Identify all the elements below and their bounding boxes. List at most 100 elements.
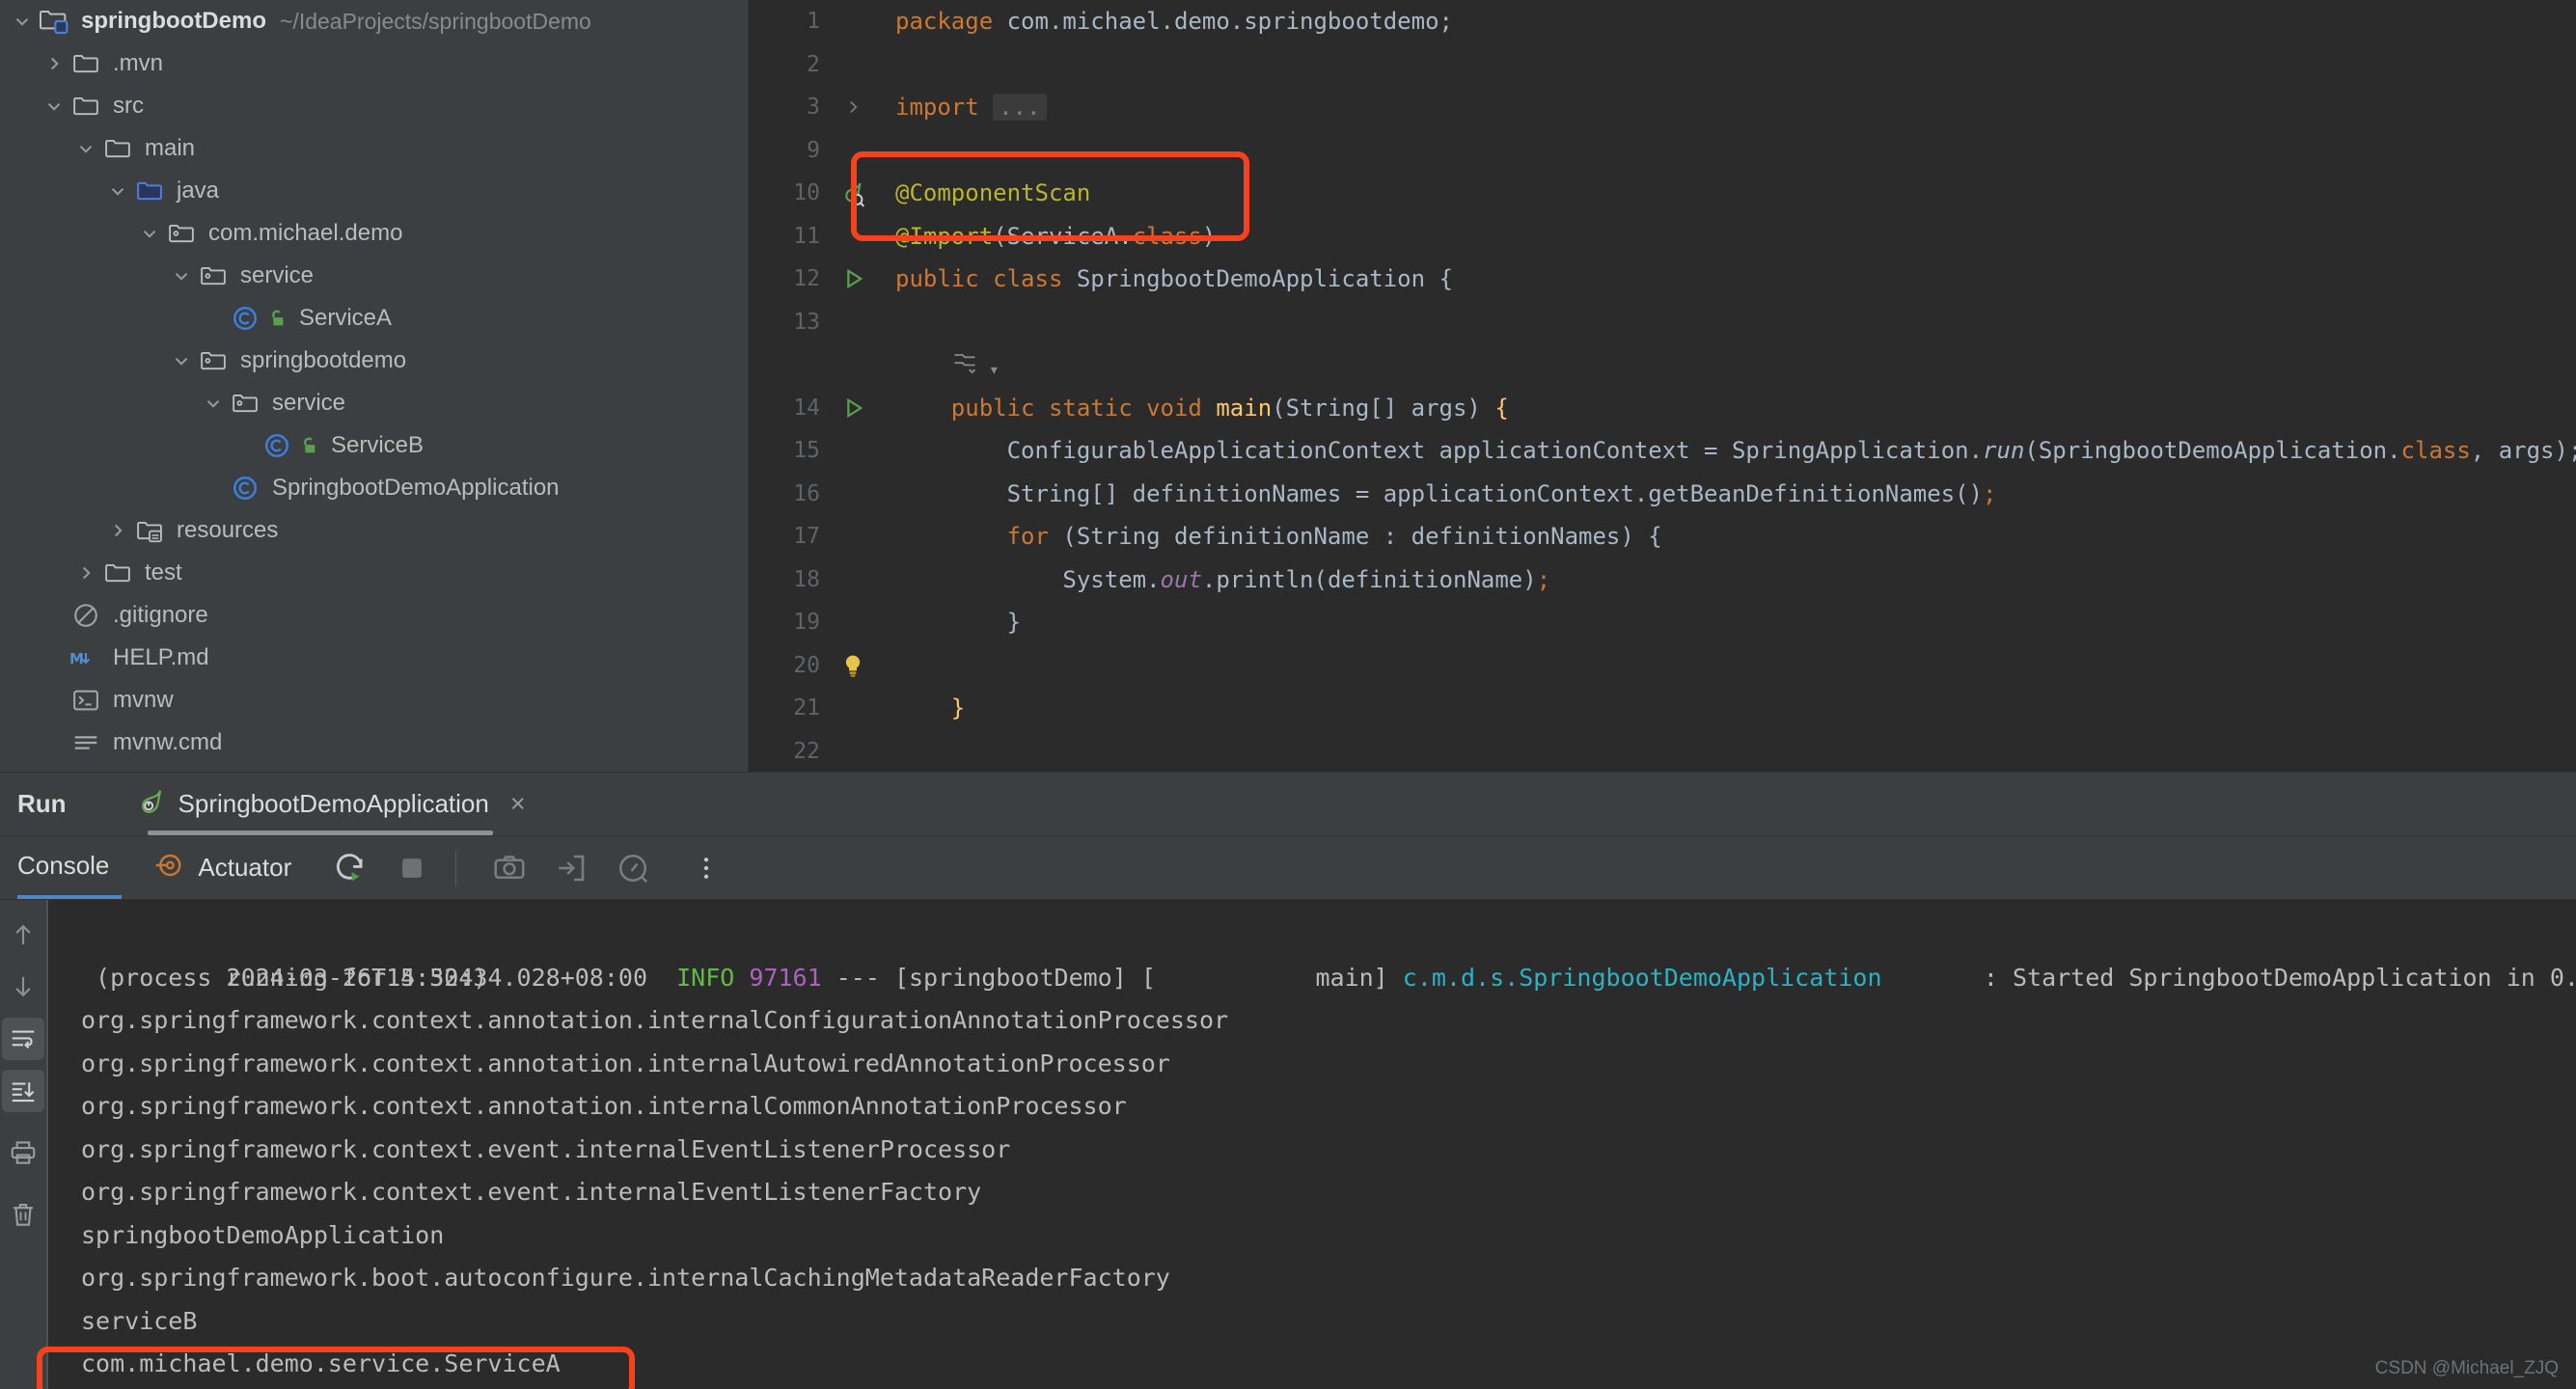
tree-item-springbootdemo[interactable]: springbootdemo (0, 340, 748, 382)
scroll-down-icon[interactable] (2, 966, 44, 1008)
gauge-icon[interactable] (607, 842, 659, 894)
run-arrow[interactable] (826, 265, 880, 292)
tab-actuator[interactable]: Actuator (153, 850, 291, 885)
line-number: 9 (807, 137, 820, 163)
code-line-17[interactable]: 17 for (String definitionName : definiti… (749, 515, 2576, 558)
code-line-1[interactable]: 1 package com.michael.demo.springbootdemo… (749, 0, 2576, 43)
bulb-icon[interactable] (826, 652, 880, 679)
run-title: Run (17, 789, 67, 818)
log-message: : Started SpringbootDemoApplication in 0… (1983, 963, 2576, 992)
log-dashes: --- (836, 963, 880, 992)
code-line-18[interactable]: 18 System.out.println(definitionName); (749, 558, 2576, 602)
tree-item-label: springbootdemo (240, 347, 407, 373)
code-line-19[interactable]: 19 } (749, 601, 2576, 644)
code-line-10[interactable]: 10 @ComponentScan (749, 172, 2576, 215)
bean-icon[interactable] (826, 178, 880, 207)
chevron-down-icon[interactable] (71, 138, 100, 159)
tree-item-src[interactable]: src (0, 85, 748, 127)
code-line-22[interactable]: 22 (749, 730, 2576, 773)
package-icon (196, 346, 231, 375)
tree-item-serviceb[interactable]: ServiceB (0, 424, 748, 467)
code-editor[interactable]: 1 package com.michael.demo.springbootdemo… (748, 0, 2576, 772)
project-folder-icon (37, 6, 71, 37)
code-text: System.out.println(definitionName); (1062, 565, 1551, 593)
chevron-right-icon[interactable] (40, 53, 69, 74)
chevron-down-icon[interactable] (8, 11, 37, 32)
close-icon[interactable]: × (510, 789, 526, 819)
fold-right[interactable] (826, 96, 880, 118)
tree-item-springbootdemo[interactable]: springbootDemo ~/IdeaProjects/springbootD… (0, 0, 748, 42)
code-line-21[interactable]: 21 } (749, 687, 2576, 730)
scroll-up-icon[interactable] (2, 913, 44, 956)
chevron-down-icon[interactable] (40, 95, 69, 117)
rerun-icon[interactable] (324, 842, 376, 894)
chevron-down-icon[interactable] (167, 350, 196, 371)
tree-item-mvnw-cmd[interactable]: mvnw.cmd (0, 722, 748, 764)
svg-text:M: M (69, 650, 84, 667)
chevron-down-icon[interactable] (167, 265, 196, 286)
code-line-9[interactable]: 9 (749, 129, 2576, 173)
print-icon[interactable] (2, 1131, 44, 1174)
package-icon (196, 261, 231, 290)
run-arrow[interactable] (826, 395, 880, 422)
tree-item-test[interactable]: test (0, 552, 748, 594)
tree-item-servicea[interactable]: ServiceA (0, 297, 748, 340)
resource-folder-icon (132, 516, 167, 545)
chevron-right-icon[interactable] (103, 520, 132, 541)
console-line: org.springframework.boot.autoconfigure.i… (81, 1264, 1170, 1292)
folder-icon (69, 92, 103, 121)
run-configuration-tab[interactable]: SpringbootDemoApplication × (126, 773, 535, 835)
console-output-area: 2024-03-26T14:52:34.028+08:00 INFO 97161… (0, 899, 2576, 1389)
code-line-blank-8[interactable]: ▾ (749, 343, 2576, 387)
java-class-icon (260, 431, 294, 460)
ide-window: springbootDemo ~/IdeaProjects/springbootD… (0, 0, 2576, 1389)
code-line-16[interactable]: 16 String[] definitionNames = applicatio… (749, 473, 2576, 516)
source-folder-icon (132, 177, 167, 205)
tree-item-help-md[interactable]: M HELP.md (0, 637, 748, 679)
tree-item--mvn[interactable]: .mvn (0, 42, 748, 85)
tree-item-main[interactable]: main (0, 127, 748, 170)
tree-item-springbootdemoapplication[interactable]: SpringbootDemoApplication (0, 467, 748, 509)
stop-icon[interactable] (386, 842, 438, 894)
scroll-to-end-icon[interactable] (2, 1070, 44, 1112)
tree-item-service[interactable]: service (0, 255, 748, 297)
tree-item-mvnw[interactable]: mvnw (0, 679, 748, 722)
code-line-11[interactable]: 11 @Import(ServiceA.class) (749, 215, 2576, 259)
tree-item-resources[interactable]: resources (0, 509, 748, 552)
line-number: 12 (793, 266, 820, 292)
line-number: 19 (793, 610, 820, 636)
code-line-3[interactable]: 3 import ... (749, 86, 2576, 129)
run-header: Run SpringbootDemoApplication × (0, 772, 2576, 835)
chevron-down-icon[interactable] (199, 393, 228, 414)
chevron-right-icon[interactable] (71, 562, 100, 584)
tree-item-label: ServiceA (299, 305, 393, 331)
chevron-down-icon[interactable] (103, 180, 132, 202)
console-line: springbootDemoApplication (81, 1220, 445, 1249)
tab-console[interactable]: Console (17, 851, 122, 900)
console-line-startup: 2024-03-26T14:52:34.028+08:00 INFO 97161… (81, 913, 2576, 992)
project-tree-panel[interactable]: springbootDemo ~/IdeaProjects/springbootD… (0, 0, 748, 772)
tree-item-service[interactable]: service (0, 382, 748, 424)
clear-all-icon[interactable] (2, 1193, 44, 1236)
console-text[interactable]: 2024-03-26T14:52:34.028+08:00 INFO 97161… (37, 900, 2576, 1389)
code-text: import ... (880, 94, 1047, 122)
more-options-icon[interactable] (680, 842, 732, 894)
code-line-14[interactable]: 14 public static void main(String[] args… (749, 387, 2576, 430)
tree-item-label: src (113, 93, 144, 119)
run-tool-window: Run SpringbootDemoApplication × Console (0, 772, 2576, 1389)
log-thread: main] (1315, 963, 1388, 992)
tree-item-label: test (145, 559, 182, 586)
toolbar-divider (455, 850, 457, 885)
camera-icon[interactable] (483, 842, 535, 894)
chevron-down-icon[interactable] (135, 223, 164, 244)
tree-item--gitignore[interactable]: .gitignore (0, 594, 748, 637)
tree-item-com-michael-demo[interactable]: com.michael.demo (0, 212, 748, 255)
export-icon[interactable] (545, 842, 597, 894)
soft-wrap-icon[interactable] (2, 1018, 44, 1060)
code-line-13[interactable]: 13 (749, 301, 2576, 344)
code-line-15[interactable]: 15 ConfigurableApplicationContext applic… (749, 429, 2576, 473)
code-line-12[interactable]: 12 public class SpringbootDemoApplication… (749, 258, 2576, 301)
code-line-20[interactable]: 20 (749, 644, 2576, 688)
tree-item-java[interactable]: java (0, 170, 748, 212)
code-line-2[interactable]: 2 (749, 43, 2576, 87)
